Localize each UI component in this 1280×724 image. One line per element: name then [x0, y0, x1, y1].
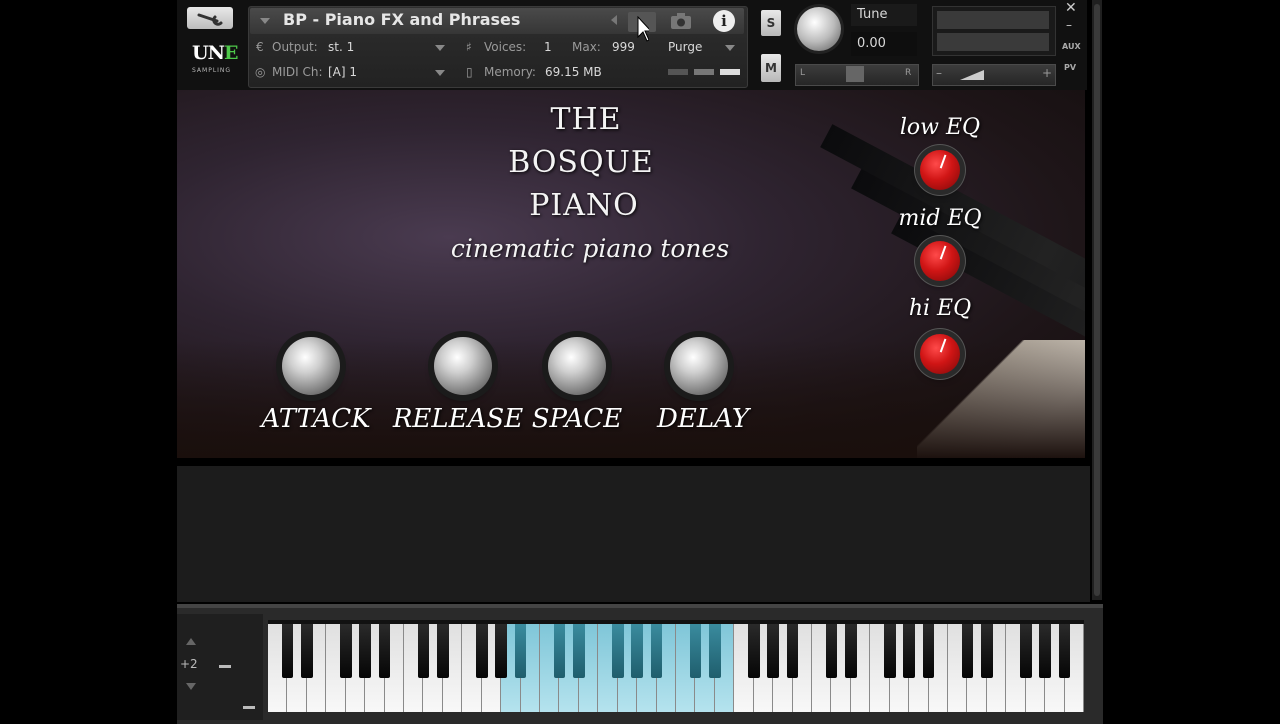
black-key[interactable] [339, 624, 352, 678]
midi-channel-label: MIDI Ch: [272, 65, 323, 79]
black-key[interactable] [514, 624, 527, 678]
mute-button[interactable]: M [761, 54, 781, 82]
black-key[interactable] [650, 624, 663, 678]
black-key[interactable] [845, 624, 857, 678]
logo: UNE SAMPLING [192, 42, 238, 74]
max-label: Max: [572, 40, 601, 54]
tune-knob[interactable] [797, 7, 841, 51]
mouse-cursor-icon [637, 16, 649, 42]
title-line-2: BOSQUE [508, 145, 654, 180]
volume-slider[interactable] [932, 64, 1056, 86]
pitch-wheel-indicator[interactable] [219, 665, 231, 668]
view-button-3[interactable] [720, 69, 740, 75]
release-knob[interactable] [434, 337, 492, 395]
output-label: Output: [272, 40, 318, 54]
purge-menu[interactable]: Purge [668, 40, 702, 54]
black-key[interactable] [961, 624, 974, 678]
space-knob[interactable] [548, 337, 606, 395]
title-line-1: THE [550, 102, 622, 137]
volume-minus: – [936, 66, 942, 80]
black-key[interactable] [689, 624, 702, 678]
low-eq-knob[interactable] [920, 150, 960, 190]
output-dropdown-icon[interactable] [435, 45, 445, 51]
black-key[interactable] [981, 624, 993, 678]
wrench-icon [197, 13, 223, 26]
pan-handle[interactable] [846, 66, 864, 82]
black-key[interactable] [825, 624, 838, 678]
max-voices-value[interactable]: 999 [612, 40, 635, 54]
hi-eq-label: hi EQ [908, 296, 972, 321]
subtitle: cinematic piano tones [450, 234, 730, 263]
black-key[interactable] [747, 624, 760, 678]
volume-ramp-icon [960, 70, 984, 80]
black-key[interactable] [922, 624, 935, 678]
black-key[interactable] [359, 624, 371, 678]
tune-value[interactable]: 0.00 [857, 36, 886, 51]
black-key[interactable] [573, 624, 585, 678]
aux-button[interactable]: AUX [1062, 42, 1081, 51]
chevron-down-icon[interactable] [260, 18, 270, 24]
view-button-2[interactable] [694, 69, 714, 75]
memory-value: 69.15 MB [545, 65, 602, 79]
voices-value: 1 [544, 40, 552, 54]
attack-knob[interactable] [282, 337, 340, 395]
view-button-1[interactable] [668, 69, 688, 75]
octave-up-icon[interactable] [185, 636, 197, 646]
black-key[interactable] [631, 624, 643, 678]
output-meter [932, 6, 1056, 56]
title-line-3: PIANO [529, 188, 639, 223]
black-key[interactable] [378, 624, 391, 678]
edit-instrument-button[interactable] [187, 7, 233, 29]
pan-right-label: R [905, 68, 912, 78]
black-key[interactable] [495, 624, 507, 678]
minimize-button[interactable]: – [1066, 18, 1072, 32]
instrument-name[interactable]: BP - Piano FX and Phrases [283, 10, 520, 29]
delay-label: DELAY [657, 404, 749, 434]
info-icon[interactable]: i [713, 10, 735, 32]
pan-left-label: L [800, 68, 806, 78]
memory-label: Memory: [484, 65, 536, 79]
black-key[interactable] [903, 624, 915, 678]
solo-button[interactable]: S [761, 10, 781, 36]
virtual-keyboard[interactable] [268, 620, 1084, 712]
black-key[interactable] [281, 624, 294, 678]
black-key[interactable] [883, 624, 896, 678]
delay-knob[interactable] [670, 337, 728, 395]
empty-rack-area [177, 466, 1090, 602]
prev-arrow-icon[interactable] [608, 14, 620, 26]
midi-dropdown-icon[interactable] [435, 70, 445, 76]
hi-eq-knob[interactable] [920, 334, 960, 374]
midi-channel-value[interactable]: [A] 1 [328, 65, 357, 79]
black-key[interactable] [767, 624, 779, 678]
black-key[interactable] [1019, 624, 1032, 678]
purge-dropdown-icon[interactable] [725, 45, 735, 51]
mid-eq-label: mid EQ [898, 206, 982, 231]
mid-eq-knob[interactable] [920, 241, 960, 281]
attack-label: ATTACK [261, 404, 371, 434]
black-key[interactable] [611, 624, 624, 678]
output-value[interactable]: st. 1 [328, 40, 354, 54]
mod-wheel-indicator[interactable] [243, 706, 255, 709]
voices-label: Voices: [484, 40, 527, 54]
space-label: SPACE [531, 404, 623, 434]
black-key[interactable] [475, 624, 488, 678]
black-key[interactable] [553, 624, 566, 678]
black-key[interactable] [1039, 624, 1051, 678]
black-key[interactable] [786, 624, 799, 678]
black-key[interactable] [437, 624, 449, 678]
close-button[interactable]: ✕ [1065, 0, 1077, 16]
octave-down-icon[interactable] [185, 682, 197, 692]
black-key[interactable] [709, 624, 721, 678]
rack-scrollbar-thumb[interactable] [1094, 4, 1100, 596]
tune-label: Tune [857, 7, 888, 22]
volume-plus: + [1042, 66, 1053, 80]
camera-icon[interactable] [669, 11, 693, 31]
octave-shift-value: +2 [180, 657, 198, 671]
black-key[interactable] [417, 624, 430, 678]
black-key[interactable] [301, 624, 313, 678]
black-key[interactable] [1058, 624, 1071, 678]
pv-button[interactable]: PV [1064, 63, 1076, 72]
low-eq-label: low EQ [899, 115, 981, 140]
